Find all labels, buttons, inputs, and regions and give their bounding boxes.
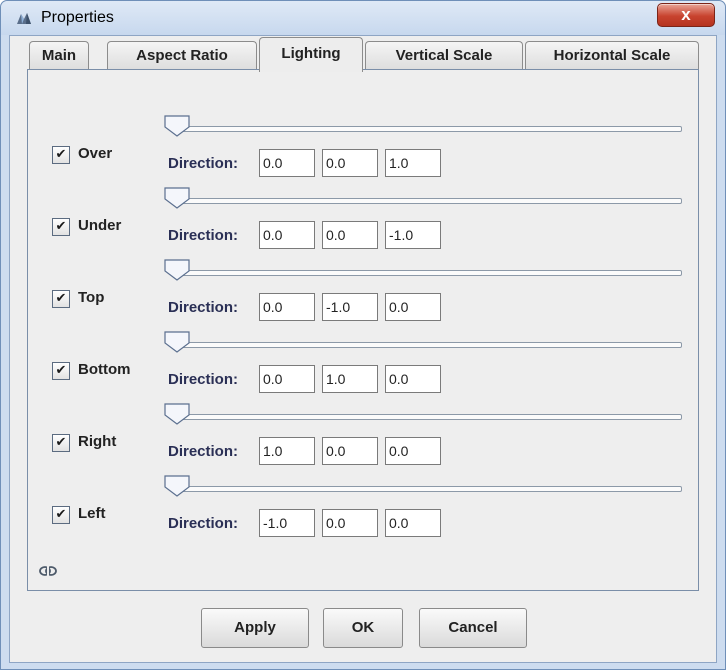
top-direction-z[interactable]: 0.0	[385, 293, 441, 321]
right-slider-track[interactable]	[170, 414, 682, 420]
light-row-bottom: ✔ Bottom Direction: 0.0 1.0 0.0	[28, 331, 698, 403]
tab-strip: Main Aspect Ratio Lighting Vertical Scal…	[15, 35, 699, 72]
over-direction-x[interactable]: 0.0	[259, 149, 315, 177]
bottom-label: Bottom	[78, 361, 131, 378]
top-direction-y[interactable]: -1.0	[322, 293, 378, 321]
ok-button[interactable]: OK	[323, 608, 403, 648]
bottom-direction-y[interactable]: 1.0	[322, 365, 378, 393]
apply-button[interactable]: Apply	[201, 608, 309, 648]
left-slider-track[interactable]	[170, 486, 682, 492]
top-label: Top	[78, 289, 105, 306]
cancel-button[interactable]: Cancel	[419, 608, 527, 648]
window-title: Properties	[41, 9, 114, 26]
lighting-panel: ✔ Over Direction: 0.0 0.0 1.0 ✔ Under Di…	[27, 69, 699, 591]
tab-horizontal-scale[interactable]: Horizontal Scale	[525, 41, 699, 71]
bottom-checkbox[interactable]: ✔	[52, 362, 70, 380]
tab-aspect-ratio[interactable]: Aspect Ratio	[107, 41, 257, 71]
left-slider-thumb[interactable]	[164, 475, 190, 497]
over-slider-thumb[interactable]	[164, 115, 190, 137]
tab-vertical-scale[interactable]: Vertical Scale	[365, 41, 523, 71]
bottom-direction-label: Direction:	[168, 371, 239, 388]
left-direction-label: Direction:	[168, 515, 239, 532]
right-label: Right	[78, 433, 117, 450]
under-slider-thumb[interactable]	[164, 187, 190, 209]
right-direction-label: Direction:	[168, 443, 239, 460]
under-direction-label: Direction:	[168, 227, 239, 244]
bottom-slider-track[interactable]	[170, 342, 682, 348]
right-slider-thumb[interactable]	[164, 403, 190, 425]
under-direction-z[interactable]: -1.0	[385, 221, 441, 249]
over-slider-track[interactable]	[170, 126, 682, 132]
under-label: Under	[78, 217, 122, 234]
light-row-right: ✔ Right Direction: 1.0 0.0 0.0	[28, 403, 698, 475]
under-slider-track[interactable]	[170, 198, 682, 204]
tab-main[interactable]: Main	[29, 41, 89, 71]
right-direction-x[interactable]: 1.0	[259, 437, 315, 465]
app-icon	[17, 13, 31, 24]
top-direction-label: Direction:	[168, 299, 239, 316]
top-slider-thumb[interactable]	[164, 259, 190, 281]
left-checkbox[interactable]: ✔	[52, 506, 70, 524]
left-direction-y[interactable]: 0.0	[322, 509, 378, 537]
title-bar[interactable]: Properties x	[1, 1, 725, 35]
top-direction-x[interactable]: 0.0	[259, 293, 315, 321]
under-direction-y[interactable]: 0.0	[322, 221, 378, 249]
over-direction-y[interactable]: 0.0	[322, 149, 378, 177]
light-row-over: ✔ Over Direction: 0.0 0.0 1.0	[28, 115, 698, 187]
top-checkbox[interactable]: ✔	[52, 290, 70, 308]
under-direction-x[interactable]: 0.0	[259, 221, 315, 249]
right-direction-z[interactable]: 0.0	[385, 437, 441, 465]
under-checkbox[interactable]: ✔	[52, 218, 70, 236]
left-label: Left	[78, 505, 106, 522]
light-row-top: ✔ Top Direction: 0.0 -1.0 0.0	[28, 259, 698, 331]
tab-lighting[interactable]: Lighting	[259, 37, 363, 72]
over-direction-label: Direction:	[168, 155, 239, 172]
right-checkbox[interactable]: ✔	[52, 434, 70, 452]
properties-window: Properties x Main Aspect Ratio Lighting …	[0, 0, 726, 670]
bottom-direction-z[interactable]: 0.0	[385, 365, 441, 393]
top-slider-track[interactable]	[170, 270, 682, 276]
bottom-slider-thumb[interactable]	[164, 331, 190, 353]
light-row-under: ✔ Under Direction: 0.0 0.0 -1.0	[28, 187, 698, 259]
left-direction-x[interactable]: -1.0	[259, 509, 315, 537]
light-row-left: ✔ Left Direction: -1.0 0.0 0.0	[28, 475, 698, 547]
right-direction-y[interactable]: 0.0	[322, 437, 378, 465]
bottom-direction-x[interactable]: 0.0	[259, 365, 315, 393]
over-checkbox[interactable]: ✔	[52, 146, 70, 164]
link-icon[interactable]	[38, 563, 58, 579]
over-label: Over	[78, 145, 113, 162]
left-direction-z[interactable]: 0.0	[385, 509, 441, 537]
over-direction-z[interactable]: 1.0	[385, 149, 441, 177]
close-button[interactable]: x	[657, 3, 715, 27]
